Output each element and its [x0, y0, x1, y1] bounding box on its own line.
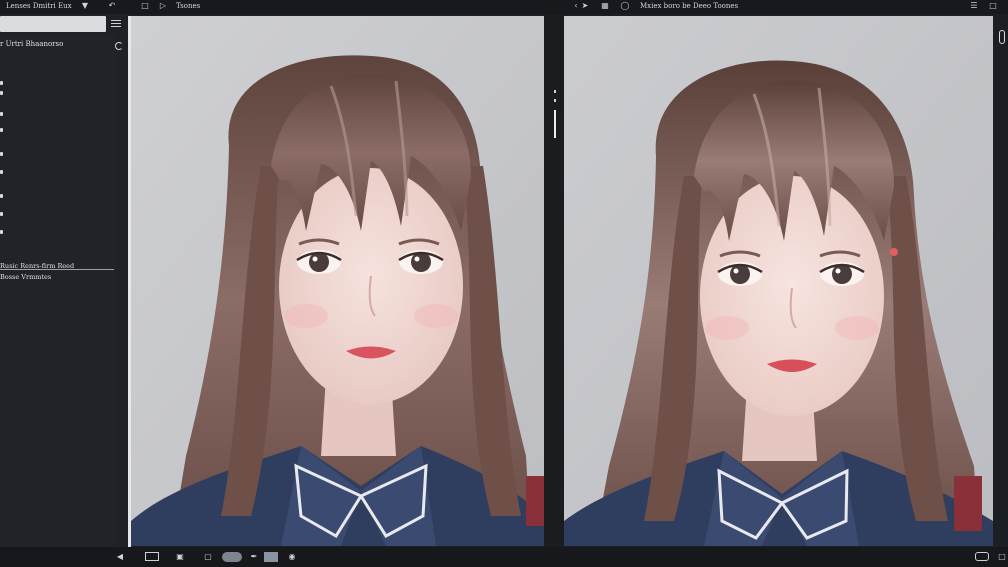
slider-marker[interactable]: [0, 152, 3, 156]
slider-marker[interactable]: [0, 128, 3, 132]
layers-icon[interactable]: ▦: [600, 1, 610, 11]
close-icon[interactable]: □: [988, 1, 998, 11]
original-image-pane[interactable]: [131, 16, 544, 546]
gutter-dot: [554, 99, 556, 102]
image-editor-window: Lenses Dmitri Eux ▼ ↶ □ ▷ Tsones ‹ ➤ ▦ ◯…: [0, 0, 1008, 567]
portrait-image-edited: [564, 16, 993, 546]
slider-marker[interactable]: [0, 170, 3, 174]
left-sidebar: r Urtri Bhaanorso Rusic Renrs-firm Reed …: [0, 14, 131, 547]
history-icon[interactable]: ◯: [620, 1, 630, 11]
slider-marker[interactable]: [0, 194, 3, 198]
pointer-icon[interactable]: ➤: [580, 1, 590, 11]
tab-label[interactable]: Tsones: [176, 1, 200, 11]
view-toggle-icon[interactable]: [975, 552, 989, 561]
portrait-image-original: [131, 16, 544, 546]
brush-icon[interactable]: ▷: [158, 1, 168, 11]
color-swatch[interactable]: [264, 552, 278, 562]
menu-icon[interactable]: ☰: [969, 1, 979, 11]
slider-marker[interactable]: [0, 112, 3, 116]
properties-panel: r Urtri Bhaanorso Rusic Renrs-firm Reed …: [0, 36, 116, 547]
zoom-slider-icon[interactable]: [999, 30, 1005, 44]
panel-heading: r Urtri Bhaanorso: [0, 40, 64, 48]
bottom-toolbar: ◀ ▣ ▢ ✒ ◉ □: [0, 547, 1008, 567]
app-title: Lenses Dmitri Eux: [6, 2, 72, 10]
select-icon[interactable]: ▢: [203, 552, 213, 562]
prev-arrow-icon[interactable]: ◀: [116, 552, 124, 562]
thumbnail-icon[interactable]: [222, 552, 242, 562]
dropdown-arrow-icon[interactable]: ▼: [80, 1, 90, 11]
slider-marker[interactable]: [0, 81, 3, 85]
search-input[interactable]: [0, 16, 106, 32]
compare-label: Mxiex boro be Deeo Toones: [640, 2, 739, 10]
divider: [0, 269, 114, 270]
undo-icon[interactable]: ↶: [107, 1, 117, 11]
top-toolbar: Lenses Dmitri Eux ▼ ↶ □ ▷ Tsones ‹ ➤ ▦ ◯…: [0, 0, 1008, 14]
split-drag-handle[interactable]: [554, 110, 556, 138]
preset-sublabel: Bosse Vrmmtes: [0, 273, 52, 281]
settings-icon[interactable]: ◉: [286, 552, 298, 562]
crop-icon[interactable]: ▣: [175, 552, 185, 562]
edited-image-pane[interactable]: [564, 16, 993, 546]
slider-marker[interactable]: [0, 91, 3, 95]
right-sidebar: [993, 14, 1008, 547]
gutter-dot: [554, 90, 556, 93]
frame-icon[interactable]: [145, 552, 159, 561]
refresh-icon[interactable]: [115, 42, 123, 50]
pen-icon[interactable]: ✒: [248, 552, 260, 562]
split-view-gutter: [544, 14, 564, 547]
slider-marker[interactable]: [0, 230, 3, 234]
save-icon[interactable]: □: [140, 1, 150, 11]
slider-marker[interactable]: [0, 212, 3, 216]
expand-icon[interactable]: □: [997, 552, 1007, 562]
hamburger-menu-icon[interactable]: [111, 20, 121, 28]
